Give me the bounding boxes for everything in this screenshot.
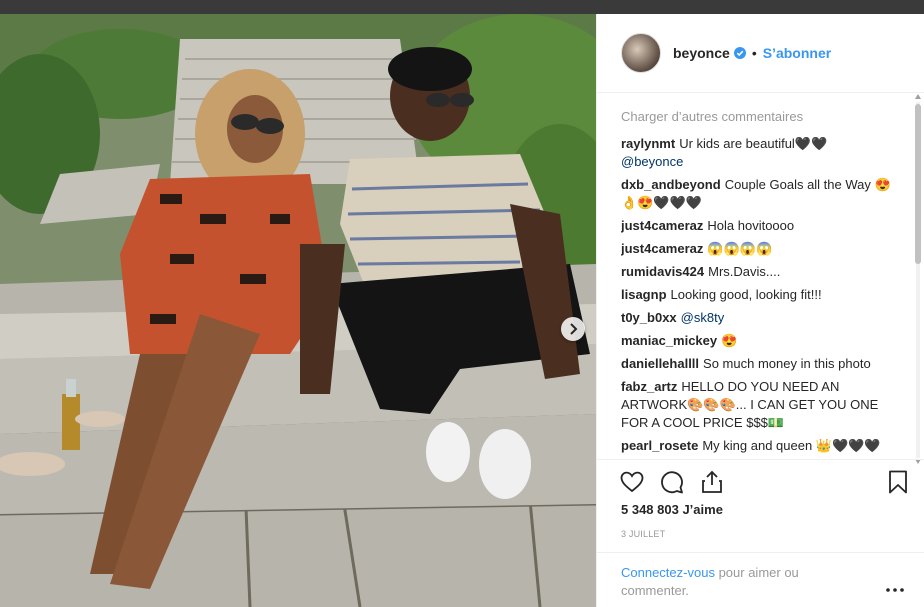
post-header: beyonce • S’abonner	[597, 14, 924, 93]
login-prompt: Connectez-vous pour aimer ou commenter.	[621, 564, 861, 600]
comment-icon	[661, 471, 683, 494]
comment-username[interactable]: lisagnp	[621, 287, 667, 302]
comment-text: Ur kids are beautiful🖤🖤	[679, 136, 828, 151]
comment-username[interactable]: daniellehallll	[621, 356, 699, 371]
comment-text: My king and queen 👑🖤🖤🖤	[702, 438, 881, 453]
comments-scrollbar[interactable]	[914, 94, 922, 466]
verified-badge-icon	[733, 47, 746, 59]
scrollbar-thumb[interactable]	[915, 104, 921, 264]
more-options-icon	[886, 588, 904, 592]
header-separator: •	[751, 45, 757, 61]
post-actions	[617, 467, 913, 497]
username-link[interactable]: beyonce	[673, 45, 730, 61]
comment-button[interactable]	[657, 467, 687, 497]
next-photo-button[interactable]	[561, 317, 585, 341]
load-more-comments-link[interactable]: Charger d’autres commentaires	[621, 109, 901, 125]
post-photo[interactable]	[0, 14, 596, 607]
comment: maniac_mickey 😍	[621, 332, 901, 350]
post-side-panel: beyonce • S’abonner Charger d’autres com…	[596, 14, 924, 607]
comment-text: 😍	[721, 333, 738, 348]
comment-username[interactable]: t0y_b0xx	[621, 310, 677, 325]
post-photo-illustration	[0, 14, 596, 607]
comment-text: 😱😱😱😱	[707, 241, 773, 256]
modal-top-strip	[0, 0, 924, 14]
footer-divider	[597, 552, 924, 553]
comment-username[interactable]: maniac_mickey	[621, 333, 717, 348]
post-date: 3 JUILLET	[621, 529, 666, 539]
comment: lisagnp Looking good, looking fit!!!	[621, 286, 901, 304]
bookmark-icon	[889, 470, 907, 494]
comment: pearl_rosete My king and queen 👑🖤🖤🖤	[621, 437, 901, 455]
mention-link[interactable]: @beyonce	[621, 154, 683, 169]
comment: fabz_artz HELLO DO YOU NEED AN ARTWORK🎨🎨🎨…	[621, 378, 901, 432]
chevron-right-icon	[570, 323, 578, 335]
comment-username[interactable]: rumidavis424	[621, 264, 704, 279]
comment-text: So much money in this photo	[703, 356, 871, 371]
actions-divider	[597, 459, 924, 460]
likes-count[interactable]: 5 348 803 J’aime	[621, 502, 723, 517]
heart-icon	[620, 471, 644, 493]
comment-text: Mrs.Davis....	[708, 264, 781, 279]
like-button[interactable]	[617, 467, 647, 497]
comments-list[interactable]: Charger d’autres commentaires raylynmt Ur…	[621, 109, 901, 457]
comment: dxb_andbeyond Couple Goals all the Way 😍👌…	[621, 176, 901, 212]
more-options-button[interactable]	[885, 580, 905, 600]
share-button[interactable]	[697, 467, 727, 497]
mention-link[interactable]: @sk8ty	[681, 310, 725, 325]
login-link[interactable]: Connectez-vous	[621, 565, 715, 580]
share-icon	[702, 470, 722, 493]
comment: t0y_b0xx @sk8ty	[621, 309, 901, 327]
save-button[interactable]	[883, 467, 913, 497]
avatar[interactable]	[621, 33, 661, 73]
comment: raylynmt Ur kids are beautiful🖤🖤 @beyonce	[621, 135, 901, 171]
instagram-post-modal: beyonce • S’abonner Charger d’autres com…	[0, 0, 924, 607]
comment-username[interactable]: raylynmt	[621, 136, 675, 151]
comment: just4cameraz Hola hovitoooo	[621, 217, 901, 235]
comment: just4cameraz 😱😱😱😱	[621, 240, 901, 258]
comment-username[interactable]: dxb_andbeyond	[621, 177, 721, 192]
comment: daniellehallll So much money in this phot…	[621, 355, 901, 373]
comment-text: Looking good, looking fit!!!	[670, 287, 822, 302]
comment-username[interactable]: fabz_artz	[621, 379, 677, 394]
comment-username[interactable]: just4cameraz	[621, 241, 703, 256]
comment-username[interactable]: just4cameraz	[621, 218, 703, 233]
comment: rumidavis424 Mrs.Davis....	[621, 263, 901, 281]
follow-button[interactable]: S’abonner	[763, 45, 831, 61]
comment-username[interactable]: pearl_rosete	[621, 438, 698, 453]
comment-text: Hola hovitoooo	[707, 218, 795, 233]
scroll-up-arrow-icon[interactable]	[915, 94, 921, 99]
